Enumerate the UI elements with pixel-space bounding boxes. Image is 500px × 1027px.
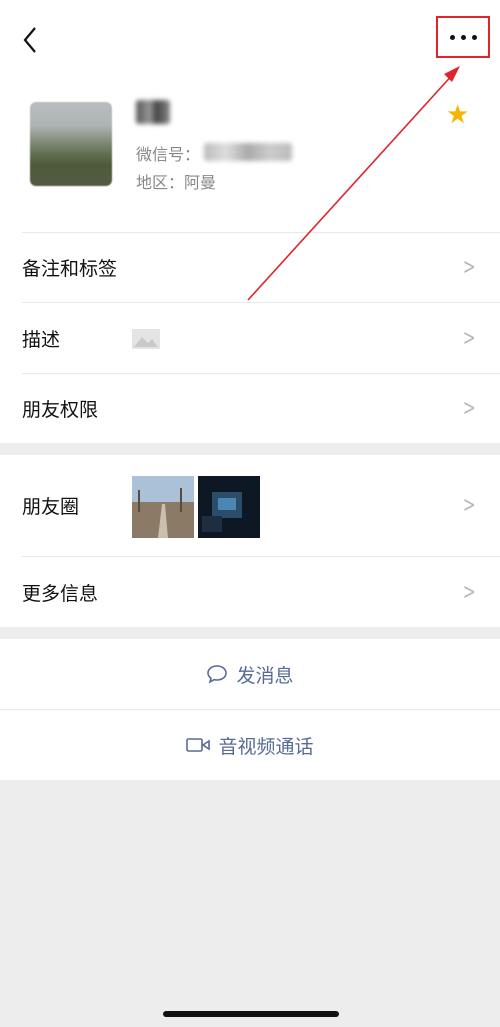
actions-section: 发消息 音视频通话	[0, 639, 500, 780]
row-friend-permissions[interactable]: 朋友权限 >	[0, 374, 500, 443]
video-call-button[interactable]: 音视频通话	[0, 710, 500, 780]
home-indicator	[163, 1011, 339, 1017]
chevron-right-icon: >	[462, 325, 476, 351]
row-friend-permissions-label: 朋友权限	[22, 399, 99, 421]
row-moments-label: 朋友圈	[22, 496, 80, 518]
annotation-arrow	[247, 66, 460, 301]
moments-thumbnail	[132, 476, 194, 538]
chat-bubble-icon	[207, 665, 228, 684]
row-description-label: 描述	[22, 328, 61, 351]
chevron-right-icon: >	[462, 396, 476, 421]
row-more-info[interactable]: 更多信息 >	[0, 557, 500, 627]
row-more-info-label: 更多信息	[22, 582, 99, 605]
send-message-label: 发消息	[236, 664, 294, 687]
video-camera-icon	[186, 738, 211, 752]
moments-thumbnail	[198, 476, 260, 538]
image-placeholder-icon	[132, 329, 160, 349]
video-call-label: 音视频通话	[218, 735, 314, 758]
chevron-right-icon: >	[462, 579, 476, 605]
send-message-button[interactable]: 发消息	[0, 639, 500, 709]
chevron-right-icon: >	[462, 493, 476, 518]
